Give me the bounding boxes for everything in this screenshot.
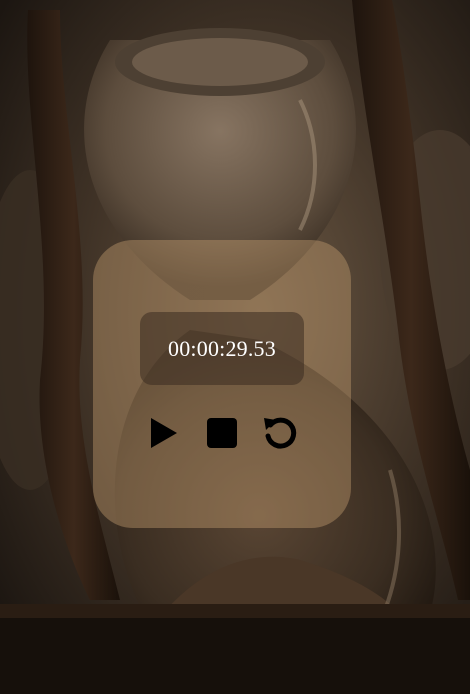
play-button[interactable] xyxy=(144,414,182,452)
reset-icon xyxy=(264,417,297,449)
time-display: 00:00:29.53 xyxy=(140,312,304,385)
stop-icon xyxy=(207,418,237,448)
reset-button[interactable] xyxy=(261,414,299,452)
elapsed-time: 00:00:29.53 xyxy=(168,335,276,361)
stop-button[interactable] xyxy=(203,414,241,452)
stopwatch-app: 00:00:29.53 xyxy=(0,0,470,694)
play-icon xyxy=(151,418,177,448)
